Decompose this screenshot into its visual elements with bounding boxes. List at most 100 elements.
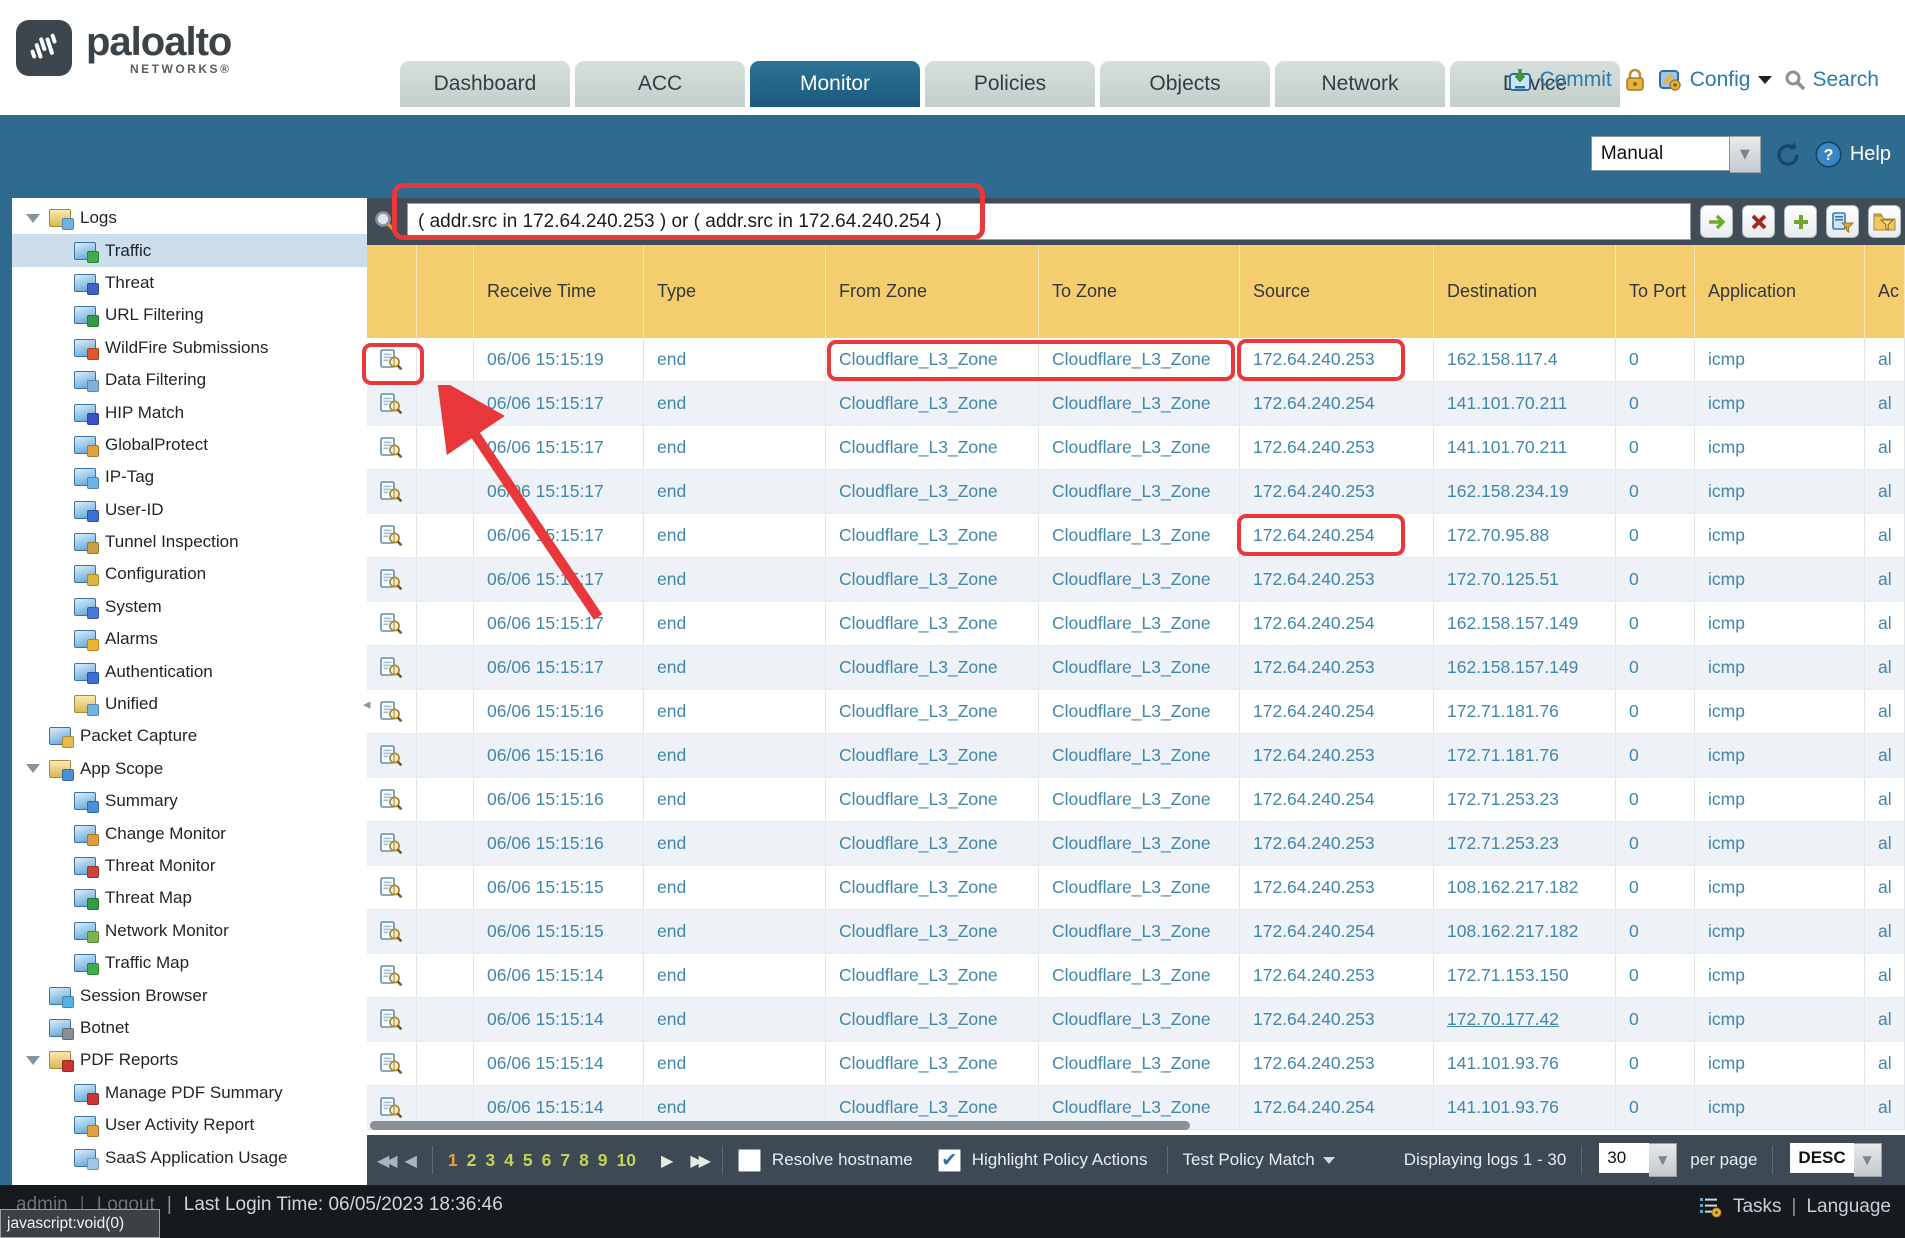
cell-to-zone[interactable]: Cloudflare_L3_Zone — [1039, 470, 1240, 513]
cell-source[interactable]: 172.64.240.254 — [1240, 1086, 1434, 1129]
cell-source[interactable]: 172.64.240.253 — [1240, 866, 1434, 909]
page-number-5[interactable]: 5 — [523, 1150, 533, 1171]
cell-action[interactable]: al — [1865, 470, 1905, 513]
cell-from-zone[interactable]: Cloudflare_L3_Zone — [826, 998, 1039, 1041]
sidebar-item-data-filtering[interactable]: Data Filtering — [12, 364, 367, 396]
cell-to-port[interactable]: 0 — [1616, 734, 1695, 777]
cell-from-zone[interactable]: Cloudflare_L3_Zone — [826, 382, 1039, 425]
cell-application[interactable]: icmp — [1695, 602, 1865, 645]
cell-to-zone[interactable]: Cloudflare_L3_Zone — [1039, 646, 1240, 689]
next-page-button[interactable]: ▶ — [661, 1151, 673, 1170]
column-header-type[interactable]: Type — [644, 245, 826, 338]
page-number-4[interactable]: 4 — [504, 1150, 514, 1171]
log-detail-magnifier-icon[interactable] — [380, 833, 403, 855]
cell-to-zone[interactable]: Cloudflare_L3_Zone — [1039, 514, 1240, 557]
log-detail-magnifier-icon[interactable] — [380, 481, 403, 503]
page-number-6[interactable]: 6 — [542, 1150, 552, 1171]
log-detail-magnifier-icon[interactable] — [380, 569, 403, 591]
cell-action[interactable]: al — [1865, 1086, 1905, 1129]
tab-objects[interactable]: Objects — [1100, 61, 1270, 107]
cell-to-zone[interactable]: Cloudflare_L3_Zone — [1039, 382, 1240, 425]
tab-network[interactable]: Network — [1275, 61, 1445, 107]
cell-type[interactable]: end — [644, 558, 826, 601]
cell-destination[interactable]: 172.70.177.42 — [1434, 998, 1616, 1041]
sidebar-collapse-handle[interactable]: ◂ — [363, 690, 373, 718]
cell-source[interactable]: 172.64.240.253 — [1240, 470, 1434, 513]
cell-type[interactable]: end — [644, 866, 826, 909]
add-filter-button[interactable] — [1784, 205, 1817, 238]
tab-dashboard[interactable]: Dashboard — [400, 61, 570, 107]
cell-source[interactable]: 172.64.240.253 — [1240, 734, 1434, 777]
cell-to-port[interactable]: 0 — [1616, 910, 1695, 953]
cell-receive-time[interactable]: 06/06 15:15:17 — [474, 514, 644, 557]
log-detail-magnifier-icon[interactable] — [380, 701, 403, 723]
cell-destination[interactable]: 172.71.253.23 — [1434, 822, 1616, 865]
cell-source[interactable]: 172.64.240.254 — [1240, 382, 1434, 425]
cell-type[interactable]: end — [644, 426, 826, 469]
cell-from-zone[interactable]: Cloudflare_L3_Zone — [826, 470, 1039, 513]
column-header-blank-0[interactable] — [367, 245, 417, 338]
cell-receive-time[interactable]: 06/06 15:15:17 — [474, 426, 644, 469]
lock-icon[interactable] — [1624, 68, 1646, 92]
cell-destination[interactable]: 172.71.181.76 — [1434, 734, 1616, 777]
log-detail-magnifier-icon[interactable] — [380, 1053, 403, 1075]
cell-application[interactable]: icmp — [1695, 382, 1865, 425]
sidebar-item-manage-pdf-summary[interactable]: Manage PDF Summary — [12, 1077, 367, 1109]
cell-to-zone[interactable]: Cloudflare_L3_Zone — [1039, 866, 1240, 909]
cell-destination[interactable]: 162.158.157.149 — [1434, 646, 1616, 689]
cell-receive-time[interactable]: 06/06 15:15:14 — [474, 998, 644, 1041]
cell-action[interactable]: al — [1865, 514, 1905, 557]
filter-query-input[interactable] — [407, 203, 1691, 240]
sidebar-item-app-scope[interactable]: App Scope — [12, 753, 367, 785]
sidebar-item-globalprotect[interactable]: GlobalProtect — [12, 429, 367, 461]
column-header-application[interactable]: Application — [1695, 245, 1865, 338]
page-number-10[interactable]: 10 — [617, 1150, 636, 1171]
sidebar-item-pdf-reports[interactable]: PDF Reports — [12, 1044, 367, 1076]
cell-action[interactable]: al — [1865, 998, 1905, 1041]
sort-order-select[interactable]: DESC ▼ — [1790, 1143, 1881, 1177]
cell-destination[interactable]: 108.162.217.182 — [1434, 866, 1616, 909]
cell-to-zone[interactable]: Cloudflare_L3_Zone — [1039, 558, 1240, 601]
cell-to-port[interactable]: 0 — [1616, 382, 1695, 425]
cell-to-port[interactable]: 0 — [1616, 1086, 1695, 1129]
cell-action[interactable]: al — [1865, 734, 1905, 777]
cell-to-zone[interactable]: Cloudflare_L3_Zone — [1039, 998, 1240, 1041]
sidebar-item-change-monitor[interactable]: Change Monitor — [12, 817, 367, 849]
cell-application[interactable]: icmp — [1695, 910, 1865, 953]
cell-source[interactable]: 172.64.240.253 — [1240, 998, 1434, 1041]
cell-action[interactable]: al — [1865, 778, 1905, 821]
sidebar-item-alarms[interactable]: Alarms — [12, 623, 367, 655]
cell-from-zone[interactable]: Cloudflare_L3_Zone — [826, 910, 1039, 953]
page-number-2[interactable]: 2 — [467, 1150, 477, 1171]
cell-to-port[interactable]: 0 — [1616, 778, 1695, 821]
cell-destination[interactable]: 172.70.125.51 — [1434, 558, 1616, 601]
tab-monitor[interactable]: Monitor — [750, 61, 920, 107]
cell-application[interactable]: icmp — [1695, 1086, 1865, 1129]
cell-receive-time[interactable]: 06/06 15:15:16 — [474, 734, 644, 777]
cell-type[interactable]: end — [644, 734, 826, 777]
sidebar-item-traffic[interactable]: Traffic — [12, 234, 367, 266]
cell-type[interactable]: end — [644, 822, 826, 865]
column-header-blank-1[interactable] — [417, 245, 474, 338]
cell-to-zone[interactable]: Cloudflare_L3_Zone — [1039, 602, 1240, 645]
cell-to-zone[interactable]: Cloudflare_L3_Zone — [1039, 734, 1240, 777]
page-number-7[interactable]: 7 — [560, 1150, 570, 1171]
sidebar-item-ip-tag[interactable]: IP-Tag — [12, 461, 367, 493]
page-number-3[interactable]: 3 — [485, 1150, 495, 1171]
refresh-mode-dropdown-button[interactable]: ▼ — [1730, 136, 1761, 173]
cell-to-port[interactable]: 0 — [1616, 954, 1695, 997]
refresh-icon[interactable] — [1774, 141, 1802, 169]
log-detail-magnifier-icon[interactable] — [380, 657, 403, 679]
cell-application[interactable]: icmp — [1695, 426, 1865, 469]
cell-from-zone[interactable]: Cloudflare_L3_Zone — [826, 954, 1039, 997]
cell-receive-time[interactable]: 06/06 15:15:16 — [474, 822, 644, 865]
sidebar-item-authentication[interactable]: Authentication — [12, 655, 367, 687]
cell-application[interactable]: icmp — [1695, 778, 1865, 821]
highlight-policy-actions-checkbox[interactable]: ✔ — [938, 1149, 961, 1172]
cell-to-zone[interactable]: Cloudflare_L3_Zone — [1039, 910, 1240, 953]
cell-to-port[interactable]: 0 — [1616, 998, 1695, 1041]
log-detail-magnifier-icon[interactable] — [380, 393, 403, 415]
search-button[interactable]: Search — [1784, 68, 1879, 92]
column-header-destination[interactable]: Destination — [1434, 245, 1616, 338]
cell-source[interactable]: 172.64.240.253 — [1240, 426, 1434, 469]
